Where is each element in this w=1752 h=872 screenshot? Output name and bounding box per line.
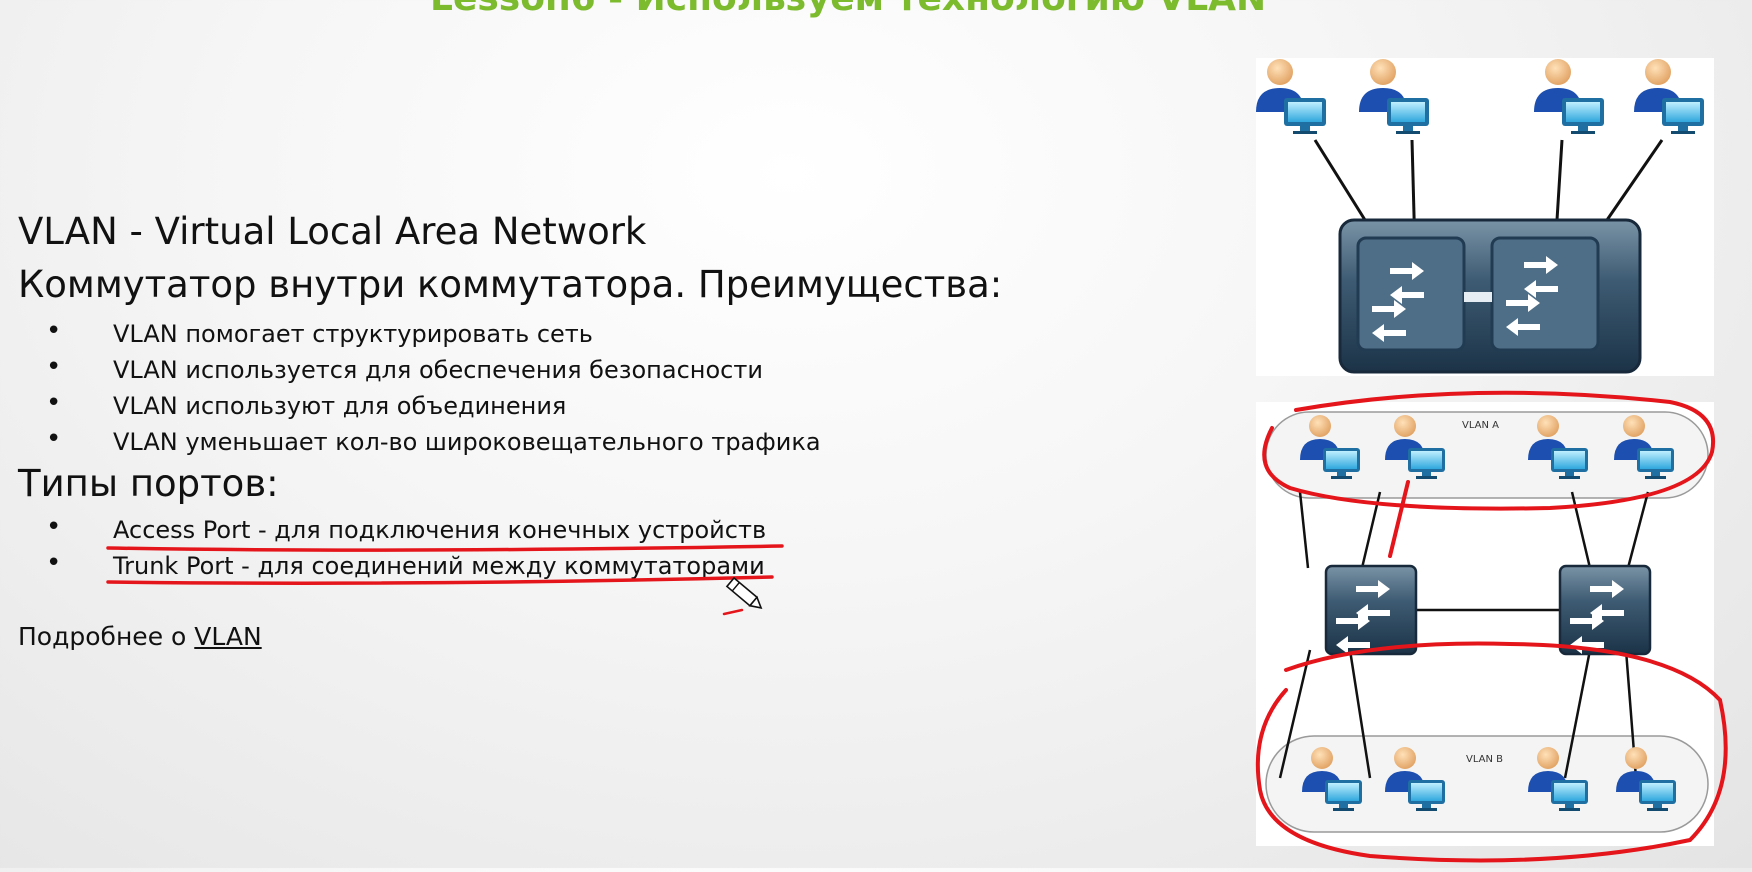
list-item: • VLAN помогает структурировать сеть (46, 316, 593, 348)
heading-port-types: Типы портов: (18, 462, 279, 505)
switch-chassis-icon (1338, 218, 1642, 374)
slide-title: Lesson6 - Используем технологию VLAN (430, 0, 1266, 19)
list-item: • VLAN уменьшает кол-во широковещательно… (46, 424, 821, 456)
switch-icon (1324, 564, 1418, 656)
list-item: • VLAN используется для обеспечения безо… (46, 352, 763, 384)
list-item: • VLAN используют для объединения (46, 388, 567, 420)
heading-advantages: Коммутатор внутри коммутатора. Преимущес… (18, 263, 1003, 306)
bullet-icon: • (46, 388, 62, 418)
more-about-vlan: Подробнее о VLAN (18, 622, 262, 651)
bullet-icon: • (46, 352, 62, 382)
vlan-b-label: VLAN B (1466, 754, 1503, 765)
list-item: • Trunk Port - для соединений между комм… (46, 548, 765, 580)
bullet-icon: • (46, 548, 62, 578)
heading-vlan: VLAN - Virtual Local Area Network (18, 210, 647, 253)
advantages-list: • VLAN помогает структурировать сеть • V… (0, 316, 1000, 462)
vlan-a-label: VLAN A (1462, 420, 1499, 431)
bullet-icon: • (46, 512, 62, 542)
bullet-icon: • (46, 316, 62, 346)
network-diagram: VLAN A VLAN B (1250, 0, 1752, 868)
vlan-link[interactable]: VLAN (194, 622, 261, 651)
scribble-mark (722, 608, 744, 616)
ports-list: • Access Port - для подключения конечных… (0, 512, 1000, 586)
list-item: • Access Port - для подключения конечных… (46, 512, 767, 544)
switch-icon (1558, 564, 1652, 656)
bullet-icon: • (46, 424, 62, 454)
